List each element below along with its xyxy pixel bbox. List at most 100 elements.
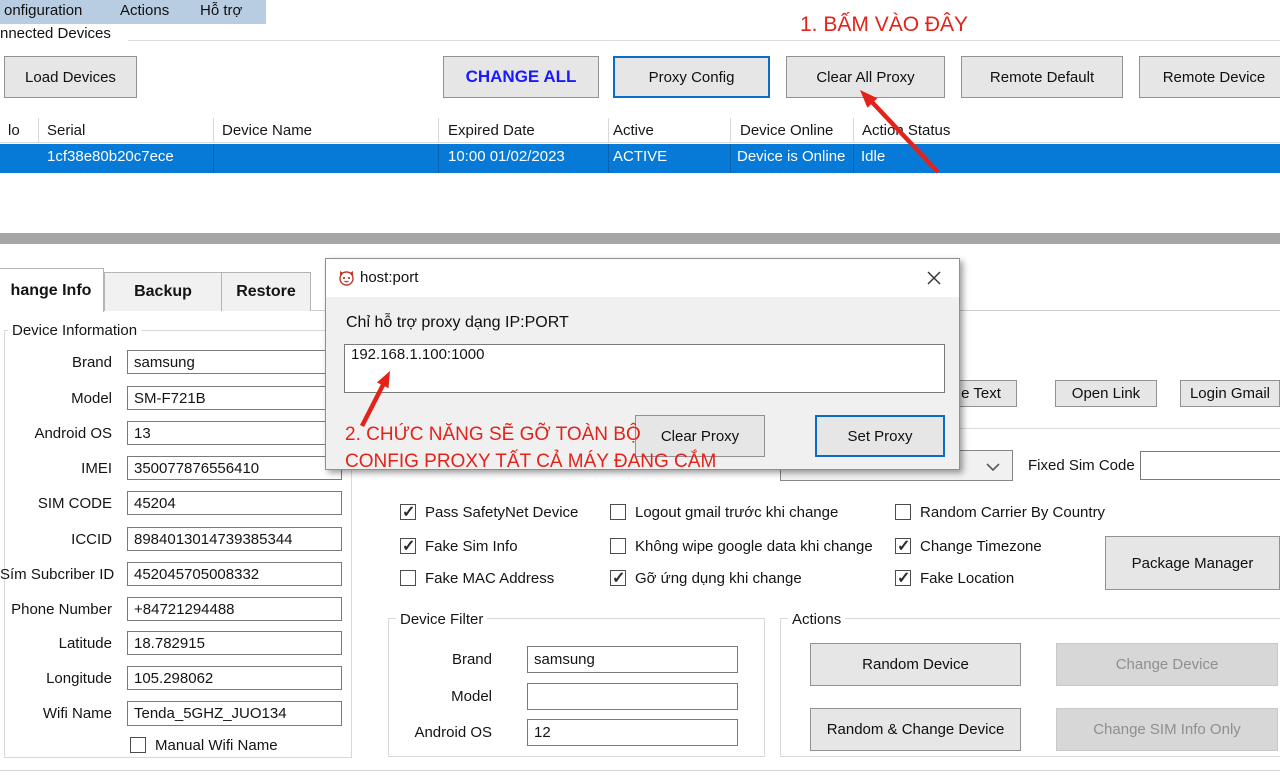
sim-subcriber-id-field[interactable] bbox=[127, 562, 342, 586]
filter-android-os-field[interactable] bbox=[527, 719, 738, 746]
annotation-step2-line2: CONFIG PROXY TẤT CẢ MÁY ĐANG CẮM bbox=[345, 451, 716, 473]
load-devices-button[interactable]: Load Devices bbox=[4, 56, 137, 98]
column-header-device-online[interactable]: Device Online bbox=[740, 122, 833, 139]
logout-gmail-label[interactable]: Logout gmail trước khi change bbox=[635, 504, 838, 521]
column-header-no[interactable]: lo bbox=[8, 122, 20, 139]
change-timezone-checkbox[interactable] bbox=[895, 538, 911, 554]
row-active: ACTIVE bbox=[613, 148, 667, 165]
column-header-active[interactable]: Active bbox=[613, 122, 654, 139]
column-divider bbox=[438, 118, 439, 143]
random-device-button[interactable]: Random Device bbox=[810, 643, 1021, 686]
column-divider bbox=[213, 118, 214, 143]
manual-wifi-name-checkbox[interactable] bbox=[130, 737, 146, 753]
column-header-expired-date[interactable]: Expired Date bbox=[448, 122, 535, 139]
iccid-label: ICCID bbox=[0, 531, 112, 548]
change-timezone-label[interactable]: Change Timezone bbox=[920, 538, 1042, 555]
tab-backup[interactable]: Backup bbox=[104, 272, 222, 311]
menu-bar: onfiguration Actions Hỗ trợ bbox=[0, 0, 266, 24]
random-and-change-device-button[interactable]: Random & Change Device bbox=[810, 708, 1021, 751]
fake-location-checkbox[interactable] bbox=[895, 570, 911, 586]
logout-gmail-checkbox[interactable] bbox=[610, 504, 626, 520]
row-serial: 1cf38e80b20c7ece bbox=[47, 148, 174, 165]
iccid-field[interactable] bbox=[127, 527, 342, 551]
column-header-serial[interactable]: Serial bbox=[47, 122, 85, 139]
phone-number-label: Phone Number bbox=[0, 601, 112, 618]
actions-title: Actions bbox=[788, 611, 845, 628]
filter-brand-field[interactable] bbox=[527, 646, 738, 673]
app-window: onfiguration Actions Hỗ trợ nnected Devi… bbox=[0, 0, 1280, 782]
latitude-label: Latitude bbox=[0, 635, 112, 652]
fake-sim-info-label[interactable]: Fake Sim Info bbox=[425, 538, 518, 555]
sim-code-field[interactable] bbox=[127, 491, 342, 515]
sim-code-label: SIM CODE bbox=[0, 495, 112, 512]
filter-android-os-label: Android OS bbox=[390, 724, 492, 741]
sim-subcriber-id-label: Sím Subcriber ID bbox=[0, 566, 112, 583]
bottom-divider bbox=[0, 770, 1280, 771]
close-icon[interactable] bbox=[927, 271, 941, 285]
wifi-name-label: Wifi Name bbox=[0, 705, 112, 722]
column-divider bbox=[213, 144, 214, 173]
menu-item-configuration[interactable]: onfiguration bbox=[4, 2, 82, 19]
change-all-button[interactable]: CHANGE ALL bbox=[443, 56, 599, 98]
dialog-titlebar[interactable]: host:port bbox=[326, 259, 959, 297]
tab-change-info[interactable]: hange Info bbox=[0, 268, 104, 312]
proxy-input[interactable]: 192.168.1.100:1000 bbox=[344, 344, 945, 393]
no-wipe-google-data-label[interactable]: Không wipe google data khi change bbox=[635, 538, 873, 555]
uninstall-apps-checkbox[interactable] bbox=[610, 570, 626, 586]
row-expired-date: 10:00 01/02/2023 bbox=[448, 148, 565, 165]
pass-safetynet-label[interactable]: Pass SafetyNet Device bbox=[425, 504, 578, 521]
login-gmail-button[interactable]: Login Gmail bbox=[1180, 380, 1280, 407]
column-divider bbox=[38, 118, 39, 143]
latitude-field[interactable] bbox=[127, 631, 342, 655]
manual-wifi-name-label[interactable]: Manual Wifi Name bbox=[155, 737, 278, 754]
table-scrollbar[interactable] bbox=[0, 233, 1280, 244]
menu-item-help[interactable]: Hỗ trợ bbox=[200, 2, 242, 19]
column-divider bbox=[608, 118, 609, 143]
no-wipe-google-data-checkbox[interactable] bbox=[610, 538, 626, 554]
app-icon bbox=[338, 269, 355, 286]
package-manager-button[interactable]: Package Manager bbox=[1105, 536, 1280, 590]
fixed-sim-code-field[interactable] bbox=[1140, 451, 1280, 480]
column-divider bbox=[730, 144, 731, 173]
random-carrier-label[interactable]: Random Carrier By Country bbox=[920, 504, 1105, 521]
filter-model-label: Model bbox=[390, 688, 492, 705]
wifi-name-field[interactable] bbox=[127, 701, 342, 726]
column-header-device-name[interactable]: Device Name bbox=[222, 122, 312, 139]
change-sim-info-only-button[interactable]: Change SIM Info Only bbox=[1056, 708, 1278, 751]
connected-devices-group-border bbox=[128, 40, 1280, 41]
filter-model-field[interactable] bbox=[527, 683, 738, 710]
chevron-down-icon bbox=[986, 463, 1000, 471]
device-information-title: Device Information bbox=[8, 322, 141, 339]
set-proxy-button[interactable]: Set Proxy bbox=[815, 415, 945, 457]
fake-mac-address-label[interactable]: Fake MAC Address bbox=[425, 570, 554, 587]
uninstall-apps-label[interactable]: Gỡ ứng dụng khi change bbox=[635, 570, 802, 587]
android-os-field[interactable] bbox=[127, 421, 342, 445]
fake-mac-address-checkbox[interactable] bbox=[400, 570, 416, 586]
phone-number-field[interactable] bbox=[127, 597, 342, 621]
remote-default-button[interactable]: Remote Default bbox=[961, 56, 1123, 98]
longitude-label: Longitude bbox=[0, 670, 112, 687]
proxy-config-button[interactable]: Proxy Config bbox=[613, 56, 770, 98]
fake-sim-info-checkbox[interactable] bbox=[400, 538, 416, 554]
fake-location-label[interactable]: Fake Location bbox=[920, 570, 1014, 587]
device-filter-title: Device Filter bbox=[396, 611, 487, 628]
tab-restore[interactable]: Restore bbox=[221, 272, 311, 311]
model-field[interactable] bbox=[127, 386, 342, 410]
change-device-button[interactable]: Change Device bbox=[1056, 643, 1278, 686]
column-divider bbox=[438, 144, 439, 173]
annotation-step2-line1: 2. CHỨC NĂNG SẼ GỠ TOÀN BỘ bbox=[345, 424, 641, 446]
menu-item-actions[interactable]: Actions bbox=[120, 2, 169, 19]
brand-field[interactable] bbox=[127, 350, 342, 374]
imei-field[interactable] bbox=[127, 456, 342, 480]
column-divider bbox=[730, 118, 731, 143]
pass-safetynet-checkbox[interactable] bbox=[400, 504, 416, 520]
longitude-field[interactable] bbox=[127, 666, 342, 690]
android-os-label: Android OS bbox=[0, 425, 112, 442]
annotation-step1: 1. BẤM VÀO ĐÂY bbox=[800, 13, 968, 37]
open-link-button[interactable]: Open Link bbox=[1055, 380, 1157, 407]
row-device-online: Device is Online bbox=[737, 148, 845, 165]
remote-device-button[interactable]: Remote Device bbox=[1139, 56, 1280, 98]
model-label: Model bbox=[0, 390, 112, 407]
random-carrier-checkbox[interactable] bbox=[895, 504, 911, 520]
connected-devices-title: nnected Devices bbox=[0, 25, 111, 42]
